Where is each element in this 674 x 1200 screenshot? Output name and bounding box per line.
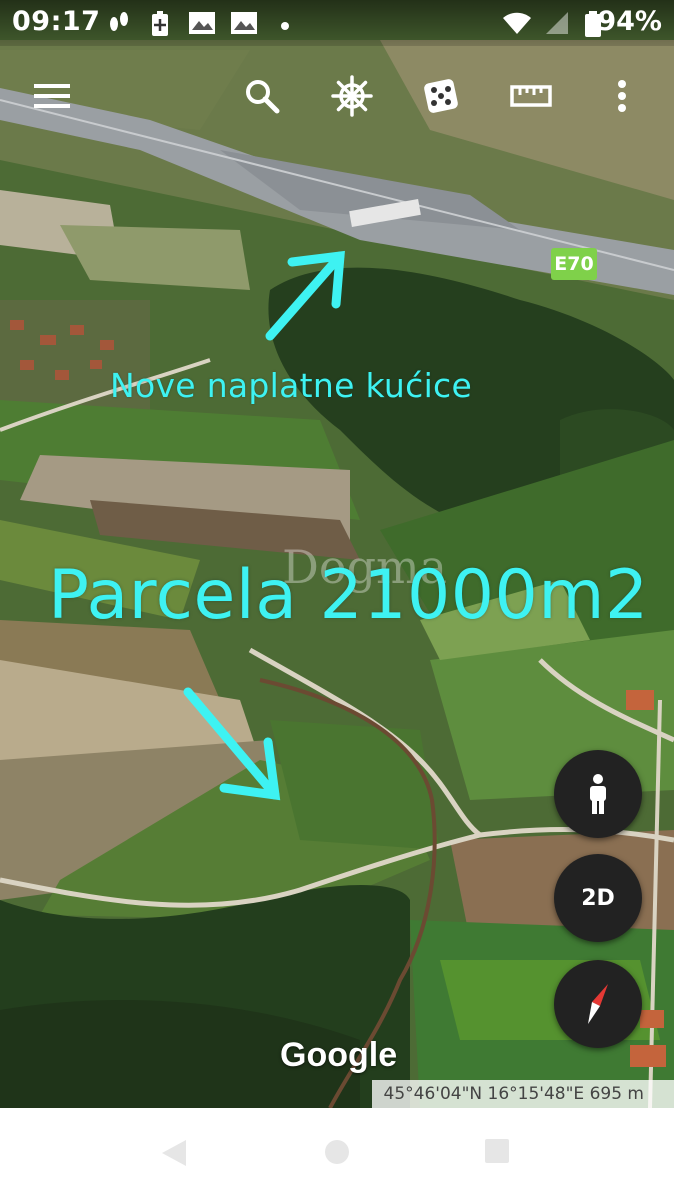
- compass-icon: [588, 984, 608, 1024]
- dot-icon: [280, 16, 290, 35]
- home-icon: [325, 1140, 349, 1164]
- gallery-icon: [188, 10, 216, 40]
- navigation-bar: [0, 1108, 674, 1200]
- feeling-lucky-button[interactable]: [413, 68, 469, 124]
- status-bar: 09:17 94%: [0, 0, 674, 46]
- clock: 09:17: [12, 6, 101, 37]
- compass-button[interactable]: [554, 960, 642, 1048]
- back-button[interactable]: [160, 1138, 188, 1172]
- search-icon: [246, 80, 280, 114]
- battery-plus-icon: [150, 10, 170, 42]
- person-icon: [590, 774, 606, 814]
- parcel-annotation: Parcela 21000m2: [48, 556, 649, 635]
- street-view-button[interactable]: [554, 750, 642, 838]
- menu-button[interactable]: [24, 68, 80, 124]
- footprints-icon: [106, 10, 132, 40]
- coordinates-readout: 45°46'04"N 16°15'48"E 695 m: [371, 1080, 674, 1108]
- dice-icon: [424, 79, 458, 113]
- road-label: E70: [551, 248, 597, 280]
- voyager-button[interactable]: [324, 68, 380, 124]
- map-toolbar: [0, 60, 674, 134]
- wifi-icon: [502, 10, 532, 40]
- home-button[interactable]: [323, 1138, 351, 1170]
- measure-button[interactable]: [503, 68, 559, 124]
- toll-booth-annotation: Nove naplatne kućice: [110, 366, 473, 405]
- more-options-button[interactable]: [594, 68, 650, 124]
- more-icon: [618, 80, 626, 112]
- view-mode-label: 2D: [581, 885, 615, 911]
- battery-level: 94%: [597, 6, 662, 37]
- ship-wheel-icon: [331, 75, 373, 117]
- signal-icon: [544, 10, 570, 40]
- search-button[interactable]: [234, 68, 290, 124]
- view-mode-toggle[interactable]: 2D: [554, 854, 642, 942]
- google-attribution: Google: [280, 1036, 398, 1074]
- satellite-map[interactable]: Dogma E70 Nove naplatne kućice Parcela 2…: [0, 0, 674, 1108]
- menu-icon: [34, 84, 70, 108]
- back-icon: [162, 1140, 186, 1166]
- recents-icon: [485, 1139, 509, 1163]
- ruler-icon: [510, 85, 552, 107]
- gallery-icon: [230, 10, 258, 40]
- recents-button[interactable]: [484, 1138, 510, 1168]
